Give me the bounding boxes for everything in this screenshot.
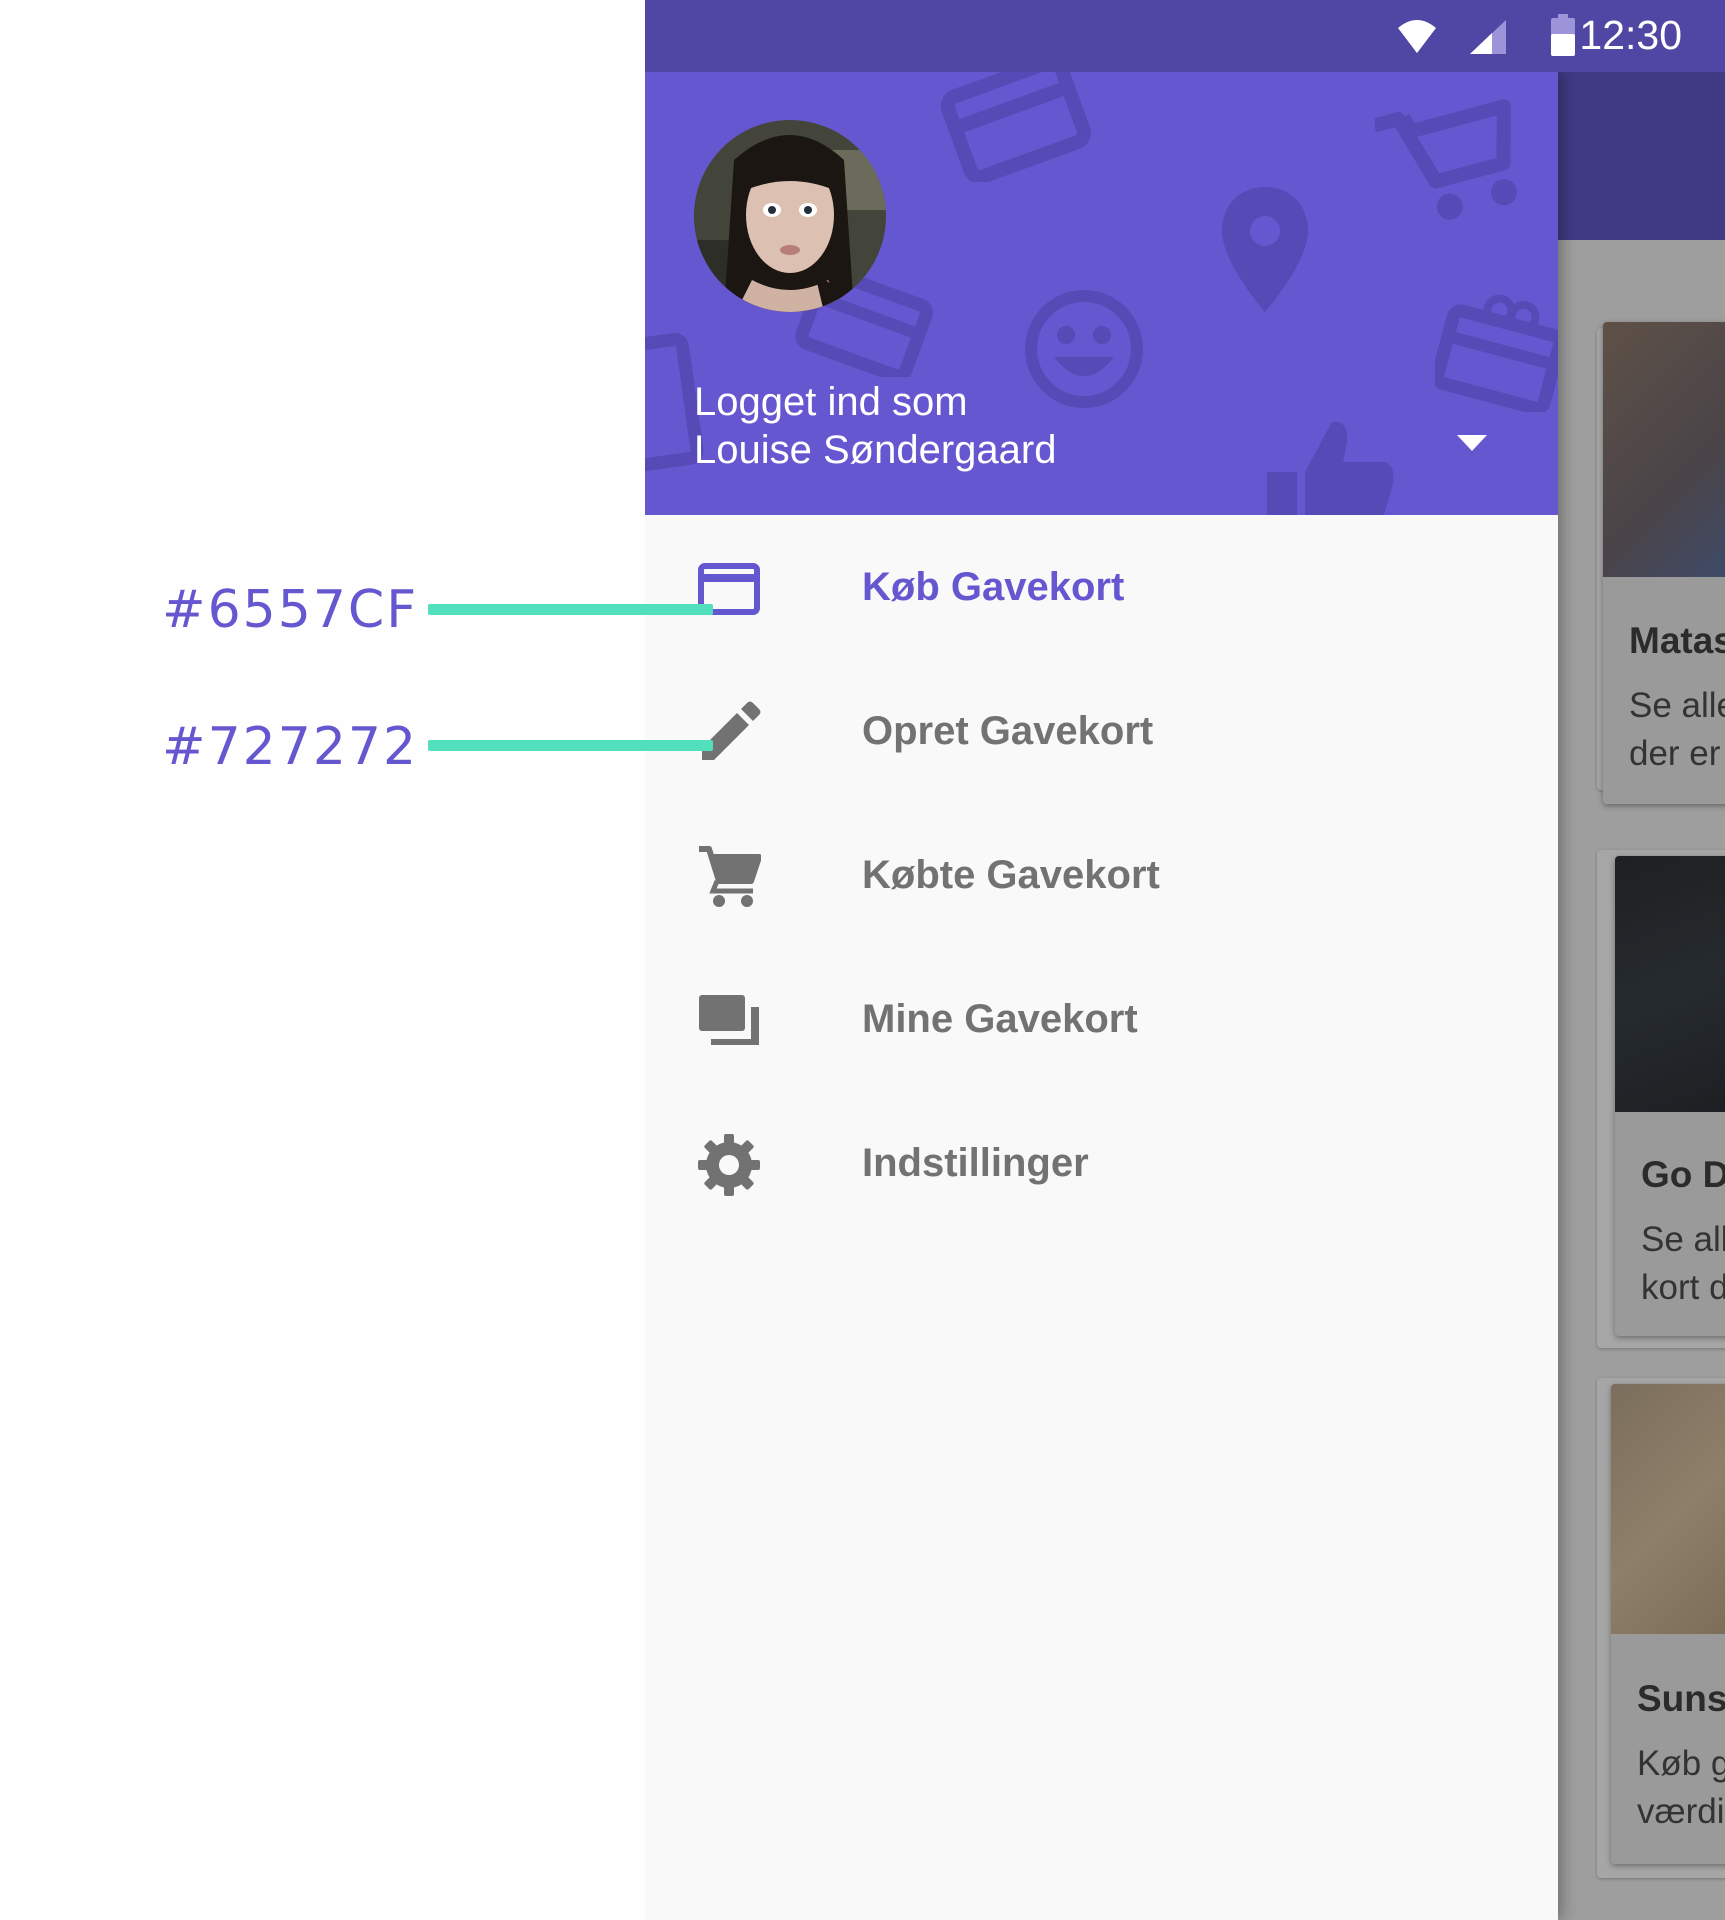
background-card[interactable]: Suns Køb g værdi [1611,1384,1725,1864]
thumbs-up-pattern-icon [1267,421,1394,515]
menu-item-label: Opret Gavekort [862,709,1154,753]
menu-item-label: Indstillinger [862,1141,1089,1185]
user-name: Louise Søndergaard [694,428,1057,472]
logged-in-label: Logget ind som [694,380,968,424]
location-pin-pattern-icon [1222,187,1308,312]
card-subtitle: Se all [1641,1220,1725,1259]
background-card[interactable]: Matas Se alle der er [1603,322,1725,804]
menu-item-my-gift-cards[interactable]: Mine Gavekort [645,947,1558,1091]
app-screen: Matas Se alle der er Go Dr Se all kort d… [645,0,1725,1920]
menu-item-label: Køb Gavekort [862,565,1125,609]
gift-pattern-icon [1435,294,1558,412]
gear-icon [698,1134,760,1196]
card-title: Go Dr [1641,1154,1725,1195]
color-annotation-gray: #727272 [162,717,419,777]
color-annotation-primary: #6557CF [162,580,419,640]
card-subtitle: Se alle [1629,686,1725,725]
shopping-cart-icon [699,846,761,907]
account-info: Logget ind som Louise Søndergaard [694,378,1056,474]
pencil-icon [702,701,761,760]
avatar[interactable] [694,120,886,312]
card-image [1615,856,1725,1112]
cellular-signal-icon [1470,20,1506,54]
menu-item-label: Mine Gavekort [862,997,1138,1041]
navigation-drawer: Logget ind som Louise Søndergaard Køb Ga… [645,72,1558,1920]
menu-item-create-gift-card[interactable]: Opret Gavekort [645,659,1558,803]
dropdown-arrow-icon[interactable] [1457,435,1487,451]
card-image [1603,322,1725,577]
menu-item-label: Købte Gavekort [862,853,1160,897]
card-image [1611,1384,1725,1634]
status-time: 12:30 [1579,12,1682,58]
credit-card-pattern-icon [940,72,1091,182]
cart-pattern-icon [1375,99,1517,220]
menu-item-purchased-gift-cards[interactable]: Købte Gavekort [645,803,1558,947]
card-subtitle: der er [1629,734,1721,773]
menu-item-settings[interactable]: Indstillinger [645,1091,1558,1235]
annotation-panel: #6557CF #727272 [0,0,713,1920]
background-card[interactable]: Go Dr Se all kort d [1615,856,1725,1336]
wifi-icon [1398,20,1436,53]
menu-item-buy-gift-card[interactable]: Køb Gavekort [645,515,1558,659]
card-title: Suns [1637,1678,1725,1719]
battery-icon [1551,14,1575,56]
drawer-header: Logget ind som Louise Søndergaard [645,72,1558,515]
drawer-menu: Køb Gavekort Opret Gavekort Købte Gaveko… [645,515,1558,1235]
card-subtitle: kort d [1641,1268,1725,1307]
annotation-pointer-line [428,740,713,751]
status-bar: 12:30 [645,0,1725,72]
card-stack-icon [699,995,759,1045]
card-title: Matas [1629,620,1725,661]
annotation-pointer-line [428,604,713,615]
card-subtitle: værdi [1637,1792,1725,1831]
card-subtitle: Køb g [1637,1744,1725,1783]
